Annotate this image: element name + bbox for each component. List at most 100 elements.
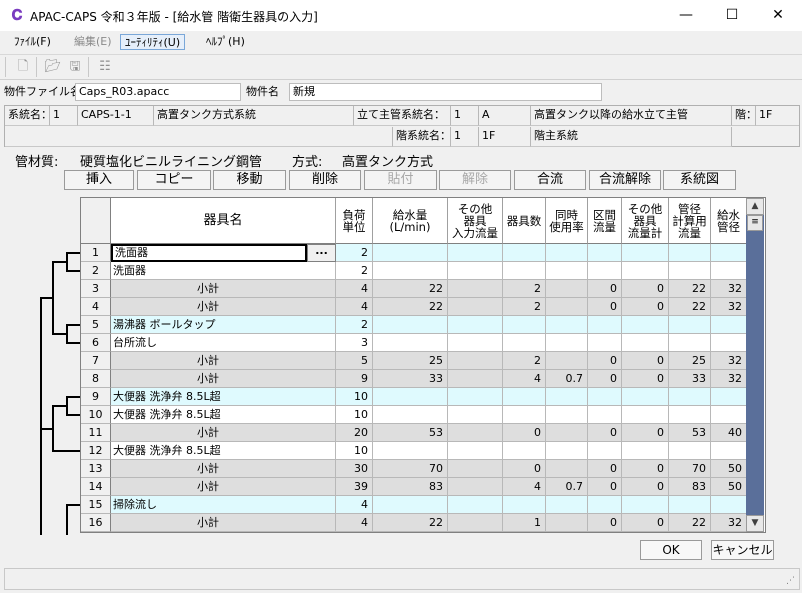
other-flow-cell[interactable] [448,244,503,262]
load-unit-cell[interactable]: 5 [336,352,373,370]
calc-flow-cell[interactable] [669,262,711,280]
load-unit-cell[interactable]: 2 [336,244,373,262]
fixture-count-cell[interactable] [503,334,546,352]
other-flow-total-cell[interactable]: 0 [622,352,669,370]
usage-rate-cell[interactable] [546,334,588,352]
table-row[interactable]: 16 小計 4 22 1 0 0 22 32 [81,514,747,532]
other-flow-total-cell[interactable] [622,406,669,424]
fixture-name-cell[interactable]: 大便器 洗浄弁 8.5L超 [111,406,336,424]
section-flow-cell[interactable] [588,244,622,262]
water-amount-cell[interactable]: 33 [373,370,448,388]
usage-rate-cell[interactable] [546,406,588,424]
section-flow-cell[interactable] [588,388,622,406]
section-flow-cell[interactable] [588,406,622,424]
section-flow-cell[interactable]: 0 [588,424,622,442]
fixture-name-cell[interactable]: 小計 [111,352,336,370]
table-row[interactable]: 4 小計 4 22 2 0 0 22 32 [81,298,747,316]
other-flow-total-cell[interactable] [622,316,669,334]
copy-button[interactable]: コピー [137,170,211,190]
section-flow-cell[interactable]: 0 [588,298,622,316]
paste-button[interactable]: 貼付 [364,170,437,190]
other-flow-total-cell[interactable] [622,334,669,352]
pipe-diameter-cell[interactable]: 32 [711,352,747,370]
fixture-count-cell[interactable]: 1 [503,514,546,532]
scroll-up-arrow-icon[interactable]: ▲ [746,198,764,215]
calc-flow-cell[interactable] [669,316,711,334]
table-row[interactable]: 3 小計 4 22 2 0 0 22 32 [81,280,747,298]
other-flow-cell[interactable] [448,280,503,298]
pipe-diameter-cell[interactable] [711,244,747,262]
fixture-count-cell[interactable] [503,496,546,514]
move-button[interactable]: 移動 [213,170,286,190]
water-amount-cell[interactable]: 25 [373,352,448,370]
fixture-count-cell[interactable]: 2 [503,352,546,370]
water-amount-cell[interactable]: 70 [373,460,448,478]
section-flow-cell[interactable]: 0 [588,352,622,370]
usage-rate-cell[interactable] [546,388,588,406]
other-flow-cell[interactable] [448,424,503,442]
usage-rate-cell[interactable] [546,424,588,442]
other-flow-total-cell[interactable]: 0 [622,460,669,478]
fixture-count-cell[interactable]: 4 [503,478,546,496]
other-flow-cell[interactable] [448,334,503,352]
usage-rate-cell[interactable] [546,442,588,460]
fixture-count-cell[interactable]: 2 [503,298,546,316]
other-flow-total-cell[interactable]: 0 [622,280,669,298]
water-amount-cell[interactable] [373,334,448,352]
fixture-name-cell[interactable]: 小計 [111,298,336,316]
fixture-count-cell[interactable]: 0 [503,424,546,442]
fixture-name-cell[interactable]: 小計 [111,460,336,478]
pipe-diameter-cell[interactable] [711,262,747,280]
section-flow-cell[interactable] [588,496,622,514]
table-row[interactable]: 12 大便器 洗浄弁 8.5L超 10 [81,442,747,460]
water-amount-cell[interactable] [373,406,448,424]
load-unit-cell[interactable]: 3 [336,334,373,352]
other-flow-total-cell[interactable]: 0 [622,424,669,442]
load-unit-cell[interactable]: 4 [336,298,373,316]
calc-flow-cell[interactable]: 33 [669,370,711,388]
load-unit-cell[interactable]: 30 [336,460,373,478]
table-row[interactable]: 7 小計 5 25 2 0 0 25 32 [81,352,747,370]
pipe-diameter-cell[interactable] [711,442,747,460]
usage-rate-cell[interactable]: 0.7 [546,478,588,496]
unmerge-button[interactable]: 合流解除 [589,170,661,190]
other-flow-total-cell[interactable]: 0 [622,514,669,532]
fixture-count-cell[interactable] [503,406,546,424]
menu-edit[interactable]: 編集(E) [70,34,116,50]
section-flow-cell[interactable]: 0 [588,460,622,478]
table-row[interactable]: 9 大便器 洗浄弁 8.5L超 10 [81,388,747,406]
other-flow-cell[interactable] [448,478,503,496]
usage-rate-cell[interactable] [546,244,588,262]
cancel-button[interactable]: キャンセル [711,540,774,560]
delete-button[interactable]: 削除 [289,170,361,190]
usage-rate-cell[interactable] [546,280,588,298]
calc-flow-cell[interactable] [669,496,711,514]
fixture-name-cell[interactable]: 小計 [111,370,336,388]
water-amount-cell[interactable] [373,388,448,406]
calc-flow-cell[interactable]: 22 [669,298,711,316]
other-flow-total-cell[interactable] [622,496,669,514]
table-row[interactable]: 5 湯沸器 ボールタップ 2 [81,316,747,334]
maximize-button[interactable]: ☐ [709,0,755,31]
water-amount-cell[interactable]: 22 [373,280,448,298]
menu-utility[interactable]: ﾕｰﾃｨﾘﾃｨ(U) [120,34,186,50]
fixture-name-cell[interactable]: 洗面器 [111,244,307,262]
table-row[interactable]: 10 大便器 洗浄弁 8.5L超 10 [81,406,747,424]
other-flow-cell[interactable] [448,388,503,406]
usage-rate-cell[interactable] [546,514,588,532]
load-unit-cell[interactable]: 2 [336,262,373,280]
other-flow-cell[interactable] [448,262,503,280]
calc-flow-cell[interactable] [669,442,711,460]
other-flow-cell[interactable] [448,406,503,424]
pipe-diameter-cell[interactable] [711,496,747,514]
load-unit-cell[interactable]: 39 [336,478,373,496]
insert-button[interactable]: 挿入 [64,170,134,190]
other-flow-total-cell[interactable] [622,262,669,280]
section-flow-cell[interactable]: 0 [588,280,622,298]
table-row[interactable]: 15 掃除流し 4 [81,496,747,514]
other-flow-cell[interactable] [448,316,503,334]
section-flow-cell[interactable] [588,334,622,352]
other-flow-total-cell[interactable] [622,442,669,460]
fixture-count-cell[interactable]: 4 [503,370,546,388]
close-button[interactable]: ✕ [755,0,801,31]
